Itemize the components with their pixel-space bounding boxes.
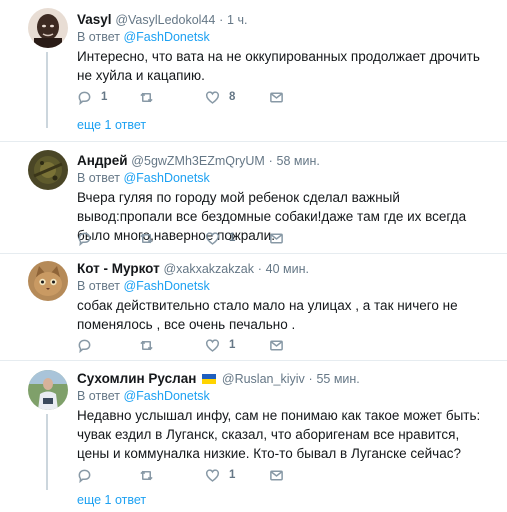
reply-prefix: В ответ bbox=[77, 30, 120, 44]
separator-dot: · bbox=[219, 13, 224, 27]
direct-message-button[interactable] bbox=[269, 88, 284, 106]
reply-context: В ответ @FashDonetsk bbox=[77, 388, 210, 404]
reply-context: В ответ @FashDonetsk bbox=[77, 170, 210, 186]
user-handle[interactable]: @Ruslan_kiyiv bbox=[222, 372, 305, 386]
show-more-replies-link[interactable]: еще 1 ответ bbox=[77, 492, 146, 508]
tweet-text: собак действительно стало мало на улицах… bbox=[77, 298, 458, 332]
display-name[interactable]: Кот - Муркот bbox=[77, 261, 160, 276]
envelope-icon bbox=[270, 340, 283, 350]
retweet-icon bbox=[140, 92, 153, 102]
timestamp[interactable]: 1 ч. bbox=[227, 13, 247, 27]
like-count: 1 bbox=[229, 232, 236, 244]
retweet-button[interactable] bbox=[139, 88, 163, 106]
like-button[interactable]: 1 bbox=[205, 466, 235, 484]
reply-mention-link[interactable]: @FashDonetsk bbox=[123, 279, 209, 293]
like-count: 1 bbox=[229, 339, 236, 351]
envelope-icon bbox=[270, 233, 283, 243]
reply-button[interactable]: 1 bbox=[77, 88, 107, 106]
envelope-icon bbox=[270, 470, 283, 480]
retweet-button[interactable] bbox=[139, 336, 163, 354]
reply-button[interactable] bbox=[77, 466, 101, 484]
retweet-button[interactable] bbox=[139, 466, 163, 484]
retweet-icon bbox=[140, 233, 153, 243]
reply-mention-link[interactable]: @FashDonetsk bbox=[123, 30, 209, 44]
tweet-text: Недавно услышал инфу, сам не понимаю как… bbox=[77, 408, 481, 461]
avatar[interactable] bbox=[28, 261, 68, 301]
thread-line bbox=[46, 52, 48, 128]
avatar[interactable] bbox=[28, 150, 68, 190]
user-handle[interactable]: @xakxakzakzak bbox=[163, 262, 254, 276]
display-name[interactable]: Андрей bbox=[77, 153, 128, 168]
ukraine-flag-icon bbox=[202, 374, 217, 384]
reply-button[interactable] bbox=[77, 229, 101, 247]
retweet-icon bbox=[140, 340, 153, 350]
show-more-replies-link[interactable]: еще 1 ответ bbox=[77, 117, 146, 133]
direct-message-button[interactable] bbox=[269, 336, 284, 354]
display-name[interactable]: Vasyl bbox=[77, 12, 112, 27]
like-button[interactable]: 1 bbox=[205, 336, 235, 354]
tweet-header: Андрей @5gwZMh3EZmQryUM · 58 мин. bbox=[77, 153, 320, 169]
timestamp[interactable]: 40 мин. bbox=[266, 262, 309, 276]
reply-icon bbox=[78, 91, 91, 105]
tweet-header: Vasyl @VasylLedokol44 · 1 ч. bbox=[77, 12, 247, 28]
tweet-text: Интересно, что вата на не оккупированных… bbox=[77, 49, 480, 83]
heart-icon bbox=[205, 338, 220, 352]
user-handle[interactable]: @5gwZMh3EZmQryUM bbox=[131, 154, 265, 168]
reply-prefix: В ответ bbox=[77, 279, 120, 293]
tweet-header: Сухомлин Руслан @Ruslan_kiyiv · 55 мин. bbox=[77, 371, 360, 387]
tweet-header: Кот - Муркот @xakxakzakzak · 40 мин. bbox=[77, 261, 309, 277]
like-count: 1 bbox=[229, 469, 236, 481]
reply-context: В ответ @FashDonetsk bbox=[77, 278, 210, 294]
tweet-sukhomlin-ruslan: Сухомлин Руслан @Ruslan_kiyiv · 55 мин. … bbox=[0, 361, 507, 512]
tweet-vasyl: Vasyl @VasylLedokol44 · 1 ч. В ответ @Fa… bbox=[0, 0, 507, 142]
reply-mention-link[interactable]: @FashDonetsk bbox=[123, 389, 209, 403]
avatar[interactable] bbox=[28, 370, 68, 410]
retweet-icon bbox=[140, 470, 153, 480]
direct-message-button[interactable] bbox=[269, 229, 284, 247]
like-button[interactable]: 1 bbox=[205, 229, 235, 247]
thread-line bbox=[46, 414, 48, 490]
separator-dot: · bbox=[308, 372, 313, 386]
reply-button[interactable] bbox=[77, 336, 101, 354]
tweet-actions: 1 bbox=[77, 229, 307, 247]
reply-count: 1 bbox=[101, 91, 108, 103]
display-name[interactable]: Сухомлин Руслан bbox=[77, 371, 196, 386]
reply-context: В ответ @FashDonetsk bbox=[77, 29, 210, 45]
reply-prefix: В ответ bbox=[77, 171, 120, 185]
timestamp[interactable]: 58 мин. bbox=[277, 154, 320, 168]
separator-dot: · bbox=[268, 154, 273, 168]
reply-icon bbox=[78, 469, 91, 483]
tweet-actions: 1 bbox=[77, 466, 307, 484]
like-button[interactable]: 8 bbox=[205, 88, 235, 106]
heart-icon bbox=[205, 468, 220, 482]
reply-icon bbox=[78, 339, 91, 353]
timestamp[interactable]: 55 мин. bbox=[316, 372, 359, 386]
retweet-button[interactable] bbox=[139, 229, 163, 247]
avatar[interactable] bbox=[28, 8, 68, 48]
heart-icon bbox=[205, 231, 220, 245]
tweet-actions: 1 8 bbox=[77, 88, 307, 106]
direct-message-button[interactable] bbox=[269, 466, 284, 484]
tweet-kot-murkot: Кот - Муркот @xakxakzakzak · 40 мин. В о… bbox=[0, 254, 507, 361]
like-count: 8 bbox=[229, 91, 236, 103]
separator-dot: · bbox=[257, 262, 262, 276]
reply-icon bbox=[78, 232, 91, 246]
reply-prefix: В ответ bbox=[77, 389, 120, 403]
heart-icon bbox=[205, 90, 220, 104]
tweet-actions: 1 bbox=[77, 336, 307, 354]
envelope-icon bbox=[270, 92, 283, 102]
user-handle[interactable]: @VasylLedokol44 bbox=[115, 13, 215, 27]
tweet-andrey: Андрей @5gwZMh3EZmQryUM · 58 мин. В отве… bbox=[0, 142, 507, 254]
reply-mention-link[interactable]: @FashDonetsk bbox=[123, 171, 209, 185]
